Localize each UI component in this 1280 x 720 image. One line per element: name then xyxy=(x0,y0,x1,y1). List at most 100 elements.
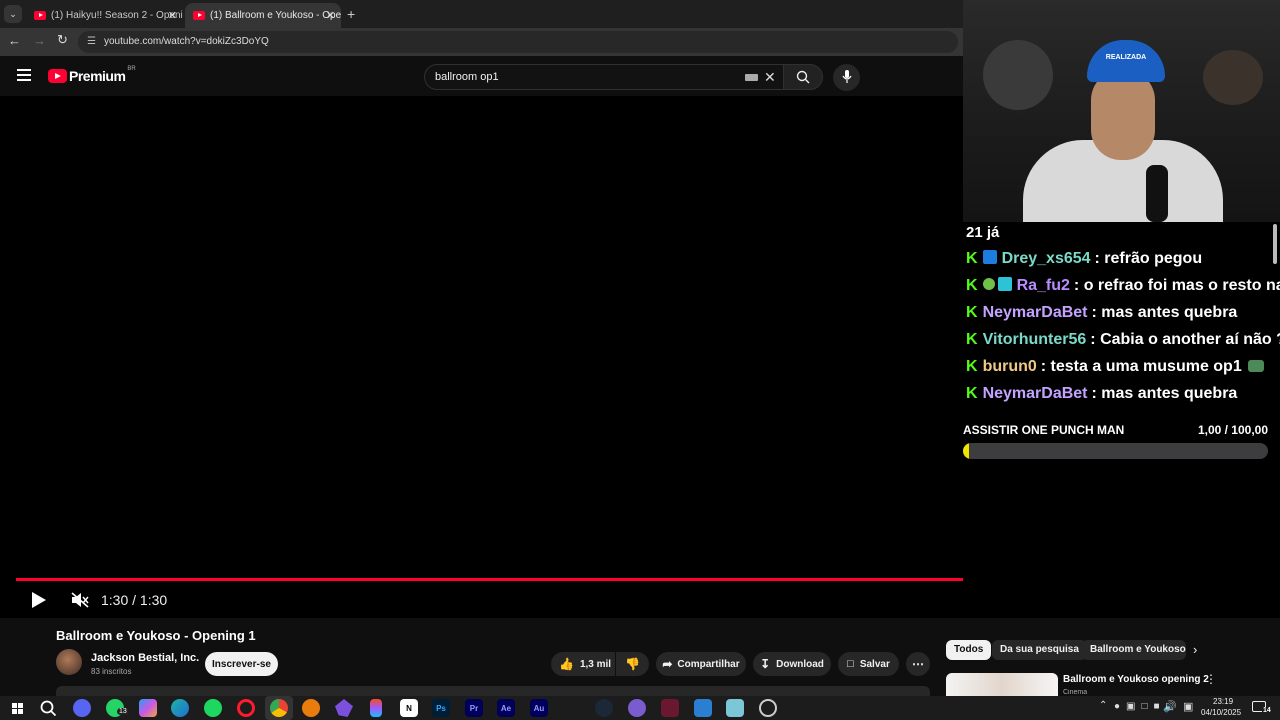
download-button[interactable]: ↧ Download xyxy=(753,652,831,676)
more-actions-button[interactable]: ⋯ xyxy=(906,652,930,676)
browser-tab-haikyuu[interactable]: (1) Haikyu!! Season 2 - Opening ✕ xyxy=(26,3,183,28)
address-bar[interactable]: ☰ youtube.com/watch?v=dokiZc3DoYQ xyxy=(78,31,958,53)
close-tab-icon[interactable]: ✕ xyxy=(326,9,335,22)
kick-badge-icon: K xyxy=(966,358,978,375)
kick-badge-icon: K xyxy=(966,385,978,402)
video-player[interactable]: 1:30 / 1:30 ⚙ HD xyxy=(0,96,1258,618)
search-button[interactable] xyxy=(783,64,823,90)
hamburger-menu-icon[interactable] xyxy=(17,69,31,81)
forward-arrow-icon[interactable]: → xyxy=(33,33,46,48)
premiere-icon[interactable]: Pr xyxy=(465,699,483,717)
recommended-thumbnail[interactable] xyxy=(946,673,1058,696)
notion-icon[interactable]: N xyxy=(400,699,418,717)
goal-label: ASSISTIR ONE PUNCH MAN xyxy=(963,423,1125,437)
thumbs-down-icon: 👎 xyxy=(625,657,640,671)
channel-name[interactable]: Jackson Bestial, Inc. xyxy=(91,652,199,664)
channel-avatar[interactable] xyxy=(56,649,82,675)
chat-text: : testa a uma musume op1 xyxy=(1040,358,1242,375)
notification-count: 14 xyxy=(1262,707,1272,714)
edge-icon[interactable] xyxy=(171,699,189,717)
blender-icon[interactable] xyxy=(302,699,320,717)
sub-badge-icon xyxy=(982,278,995,290)
language-icon[interactable]: ▣ xyxy=(1183,700,1193,713)
reload-icon[interactable]: ↻ xyxy=(57,32,68,48)
site-info-icon[interactable]: ☰ xyxy=(87,31,96,53)
obsidian-icon[interactable] xyxy=(335,699,353,717)
copilot-icon[interactable] xyxy=(139,699,157,717)
kick-badge-icon: K xyxy=(966,304,978,321)
search-icon[interactable] xyxy=(39,699,57,717)
photoshop-icon[interactable]: Ps xyxy=(432,699,450,717)
time-display: 1:30 / 1:30 xyxy=(101,592,168,608)
chrome-alt-icon[interactable] xyxy=(759,699,777,717)
chat-scrollbar[interactable] xyxy=(1273,224,1277,264)
tab-title: (1) Haikyu!! Season 2 - Opening xyxy=(51,10,183,21)
chip-todos[interactable]: Todos xyxy=(946,640,992,660)
like-button[interactable]: 👍 1,3 mil xyxy=(551,652,615,676)
chrome-icon[interactable] xyxy=(270,699,288,717)
chat-username: NeymarDaBet xyxy=(982,304,1088,321)
opera-icon[interactable] xyxy=(237,699,255,717)
play-icon[interactable] xyxy=(31,591,47,609)
windows-start-icon[interactable] xyxy=(8,699,26,717)
tray-overflow-icon[interactable]: ⌃ xyxy=(1099,700,1107,711)
share-label: Compartilhar xyxy=(677,658,740,670)
dislike-button[interactable]: 👎 xyxy=(616,652,649,676)
tab-title: (1) Ballroom e Youkoso - Openi xyxy=(210,10,341,21)
after-effects-icon[interactable]: Ae xyxy=(497,699,515,717)
share-button[interactable]: ➦ Compartilhar xyxy=(656,652,746,676)
chevron-right-icon[interactable]: › xyxy=(1193,642,1197,657)
recommended-title[interactable]: Ballroom e Youkoso opening 2 xyxy=(1063,674,1209,685)
youtube-premium-logo[interactable]: Premium BR xyxy=(48,66,136,84)
goal-progress-bar xyxy=(963,443,1268,459)
youtube-logo-icon xyxy=(48,69,67,83)
new-tab-icon[interactable]: + xyxy=(347,6,355,22)
save-button[interactable]: □ Salvar xyxy=(838,652,899,676)
browser-tab-ballroom[interactable]: (1) Ballroom e Youkoso - Openi ✕ xyxy=(185,3,341,28)
download-label: Download xyxy=(776,658,824,670)
vegas-icon[interactable] xyxy=(661,699,679,717)
recommended-channel: Cinema xyxy=(1063,689,1088,696)
app-icon[interactable] xyxy=(726,699,744,717)
discord-icon[interactable] xyxy=(73,699,91,717)
audition-icon[interactable]: Au xyxy=(530,699,548,717)
more-vertical-icon[interactable]: ⋮ xyxy=(1205,672,1217,686)
search-input[interactable]: ballroom op1 ✕ xyxy=(424,64,784,90)
microphone xyxy=(1146,165,1168,222)
clock-time[interactable]: 23:19 xyxy=(1213,697,1233,706)
chat-message: K Drey_xs654: refrão pegou xyxy=(966,250,1202,268)
vscode-icon[interactable] xyxy=(694,699,712,717)
voice-search-button[interactable] xyxy=(833,64,860,91)
chat-text: : Cabia o another aí não ? xyxy=(1090,331,1280,348)
steam-icon[interactable] xyxy=(595,699,613,717)
chat-message: K Vitorhunter56: Cabia o another aí não ? xyxy=(966,331,1280,349)
streamer-webcam: REALIZADA xyxy=(963,0,1280,222)
subscribe-button[interactable]: Inscrever-se xyxy=(205,652,278,676)
plush-toy xyxy=(1203,50,1263,105)
subscriber-count: 83 inscritos xyxy=(91,667,132,676)
keyboard-icon[interactable] xyxy=(745,74,758,81)
obs-icon[interactable] xyxy=(628,699,646,717)
speaker-icon[interactable]: 🔊 xyxy=(1163,700,1177,713)
gift-badge-icon xyxy=(997,277,1012,291)
muted-volume-icon[interactable] xyxy=(71,592,89,608)
chat-message: K NeymarDaBet: mas antes quebra xyxy=(966,304,1237,322)
figma-icon[interactable] xyxy=(370,699,382,717)
clock-date[interactable]: 04/10/2025 xyxy=(1201,708,1241,717)
chat-header: 21 já xyxy=(966,224,1000,241)
chip-ballroom[interactable]: Ballroom e Youkoso xyxy=(1082,640,1186,660)
description-box[interactable] xyxy=(56,686,930,696)
spotify-icon[interactable] xyxy=(204,699,222,717)
emote-icon xyxy=(1247,360,1264,372)
youtube-favicon-icon xyxy=(193,11,205,20)
clear-search-icon[interactable]: ✕ xyxy=(764,65,776,89)
chat-text: : o refrao foi mas o resto nao xyxy=(1073,277,1280,294)
youtube-header: Premium BR ballroom op1 ✕ xyxy=(0,56,963,96)
back-arrow-icon[interactable]: ← xyxy=(8,33,21,48)
close-tab-icon[interactable]: ✕ xyxy=(168,9,177,22)
search-query: ballroom op1 xyxy=(435,71,499,83)
tab-list-dropdown-icon[interactable]: ⌄ xyxy=(4,5,22,23)
tray-icons[interactable]: ●▣□■ xyxy=(1114,701,1166,712)
chip-from-search[interactable]: Da sua pesquisa xyxy=(992,640,1087,660)
save-label: Salvar xyxy=(859,658,890,670)
